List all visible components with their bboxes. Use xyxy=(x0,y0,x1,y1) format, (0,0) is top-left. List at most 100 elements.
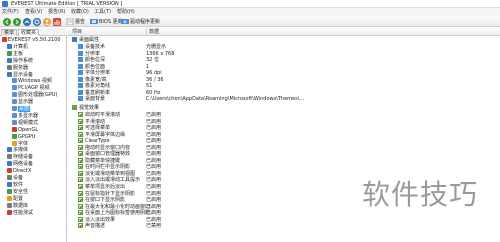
driver-update-icon xyxy=(121,18,129,25)
property-value: 已启用 xyxy=(146,170,162,177)
property-row[interactable]: 在鼠标指针下显示阴影 xyxy=(78,190,135,197)
tree-item[interactable]: GPGPU xyxy=(12,133,35,140)
checkmark-icon xyxy=(78,144,83,150)
tab-menu[interactable]: 菜单 xyxy=(1,29,18,36)
property-row[interactable]: 隐藏菜单快捷键 xyxy=(78,157,121,164)
menu-view[interactable]: 查看(V) xyxy=(25,9,42,15)
tree-item[interactable]: 安全性 xyxy=(7,188,28,195)
tree-item[interactable]: 显示设备 xyxy=(7,71,33,78)
tree-item[interactable]: 多显示器 xyxy=(12,112,38,119)
property-value: 已启用 xyxy=(146,144,162,151)
checkmark-icon xyxy=(78,151,83,157)
property-row[interactable]: 淡化或滑动菜单到视图 xyxy=(78,170,135,177)
tree-item[interactable]: 存储设备 xyxy=(7,154,33,160)
tree-item[interactable]: 视频模式 xyxy=(12,119,38,126)
tree-item[interactable]: 设备 xyxy=(7,175,23,181)
tab-favorites[interactable]: 收藏夹 xyxy=(18,29,40,36)
property-row[interactable]: 桌面背景 xyxy=(78,96,105,102)
tree-item-icon xyxy=(12,112,17,118)
chart-icon[interactable] xyxy=(53,18,61,26)
property-label: 桌面窗口管理器特效 xyxy=(85,151,131,158)
tree-item-label: 配置 xyxy=(13,195,24,202)
tree-item[interactable]: Windows 视频 xyxy=(12,78,52,84)
tree-item-icon xyxy=(12,133,17,139)
tree-item[interactable]: 显示器 xyxy=(12,99,33,105)
property-row[interactable]: 拖动时显示窗口内容 xyxy=(78,144,130,151)
property-row[interactable]: 菜单项显示后淡出 xyxy=(78,184,125,190)
refresh-icon[interactable] xyxy=(33,18,41,26)
tree-item[interactable]: 桌面 xyxy=(12,106,31,112)
report-button[interactable]: 报告 xyxy=(75,19,85,25)
property-icon xyxy=(78,50,83,56)
tree-item[interactable]: 字体 xyxy=(12,140,28,147)
property-row[interactable]: 颜色位深 xyxy=(78,57,105,63)
user-icon[interactable] xyxy=(43,18,51,26)
group-label: 视觉效果 xyxy=(79,104,100,111)
tree-item[interactable]: 配置 xyxy=(7,195,24,202)
property-row[interactable]: 淡入淡出或滑动工具提示 xyxy=(78,177,140,183)
driver-update-button[interactable]: 驱动程序更新 xyxy=(130,19,160,25)
property-label: 可选择菜单 xyxy=(85,125,111,132)
property-label: 隐藏菜单快捷键 xyxy=(85,157,121,164)
property-row[interactable]: 在窗口下显示阴影 xyxy=(78,197,125,203)
tree-item[interactable]: 数据库 xyxy=(7,202,28,209)
column-item-header[interactable]: 项目 xyxy=(72,29,82,35)
tree-item[interactable]: 操作系统 xyxy=(7,57,33,64)
property-row[interactable]: 设备技术 xyxy=(78,44,105,50)
property-row[interactable]: 淡入淡出效果 xyxy=(78,216,115,223)
tree-item[interactable]: 主板 xyxy=(7,50,23,57)
checkmark-icon xyxy=(78,111,83,117)
tree-item[interactable]: 多媒体 xyxy=(7,147,28,153)
tree-item[interactable]: 网络设备 xyxy=(7,161,33,167)
tree-item[interactable]: 性能测试 xyxy=(7,209,33,216)
property-row[interactable]: 声音描述 xyxy=(78,223,105,229)
property-row[interactable]: 颜色位面 xyxy=(78,63,105,70)
property-row[interactable]: 平滑滚动 xyxy=(78,118,105,125)
property-row[interactable]: 启动时平滑滚动 xyxy=(78,111,120,118)
tree-item[interactable]: 图形处理器(GPU) xyxy=(12,92,57,98)
property-row[interactable]: 像素宽/高 xyxy=(78,76,107,83)
property-row[interactable]: 平滑屏幕字体边缘 xyxy=(78,131,126,138)
menu-favorites[interactable]: 收藏(O) xyxy=(71,9,89,15)
checkmark-icon xyxy=(78,157,83,163)
property-icon xyxy=(78,57,83,63)
tree-item[interactable]: 计算机 xyxy=(7,43,28,50)
tree-item[interactable]: EVEREST v5.50.2100 xyxy=(2,37,61,43)
property-row[interactable]: 桌面窗口管理器特效 xyxy=(78,151,130,157)
property-row[interactable]: 字体分辨率 xyxy=(78,70,110,76)
property-row[interactable]: 在桌面上为图标标签使用阴影 xyxy=(78,210,150,216)
tree-item[interactable]: PCI/AGP 视频 xyxy=(12,85,49,91)
property-row[interactable]: 分辨率 xyxy=(78,50,100,57)
menu-tools[interactable]: 工具(T) xyxy=(94,9,111,15)
bios-update-button[interactable]: BIOS 更新 xyxy=(99,19,123,25)
property-label: 平滑屏幕字体边缘 xyxy=(85,131,126,138)
property-row[interactable]: 垂直刷新率 xyxy=(78,89,110,96)
checkmark-icon xyxy=(78,138,83,144)
tree-item-label: DirectX xyxy=(13,168,32,175)
tree-item-label: 显示器 xyxy=(18,99,34,106)
tree-item[interactable]: DirectX xyxy=(7,168,31,174)
property-row[interactable]: ClearType xyxy=(78,138,110,144)
property-row[interactable]: 在最大化和最小化时动画窗口 xyxy=(78,203,150,210)
back-icon[interactable] xyxy=(3,18,11,26)
property-value: 已启用 xyxy=(146,111,162,118)
menu-report[interactable]: 报告(R) xyxy=(48,9,65,15)
property-value: 已启用 xyxy=(146,216,162,223)
menu-help[interactable]: 帮助(H) xyxy=(117,9,135,15)
property-row[interactable]: 像素对角线 xyxy=(78,83,110,89)
column-value-header[interactable]: 数据 xyxy=(149,29,159,35)
property-value: 已启用 xyxy=(146,125,162,132)
property-label: 在桌面上为图标标签使用阴影 xyxy=(85,210,151,217)
tree-item[interactable]: 服务器 xyxy=(7,64,28,71)
property-row[interactable]: 可选择菜单 xyxy=(78,125,110,131)
tree-item[interactable]: OpenGL xyxy=(12,126,38,133)
menu-file[interactable]: 文件(F) xyxy=(2,9,19,15)
tree-item-icon xyxy=(2,37,7,42)
column-header: 项目 数据 xyxy=(68,28,500,36)
tree-item[interactable]: 软件 xyxy=(7,181,23,188)
column-separator[interactable] xyxy=(146,28,147,36)
forward-icon[interactable] xyxy=(13,18,21,26)
tree-item-label: 桌面 xyxy=(18,106,31,112)
property-row[interactable]: 在时间栏中显示阴影 xyxy=(78,164,130,170)
up-icon[interactable] xyxy=(23,18,31,26)
